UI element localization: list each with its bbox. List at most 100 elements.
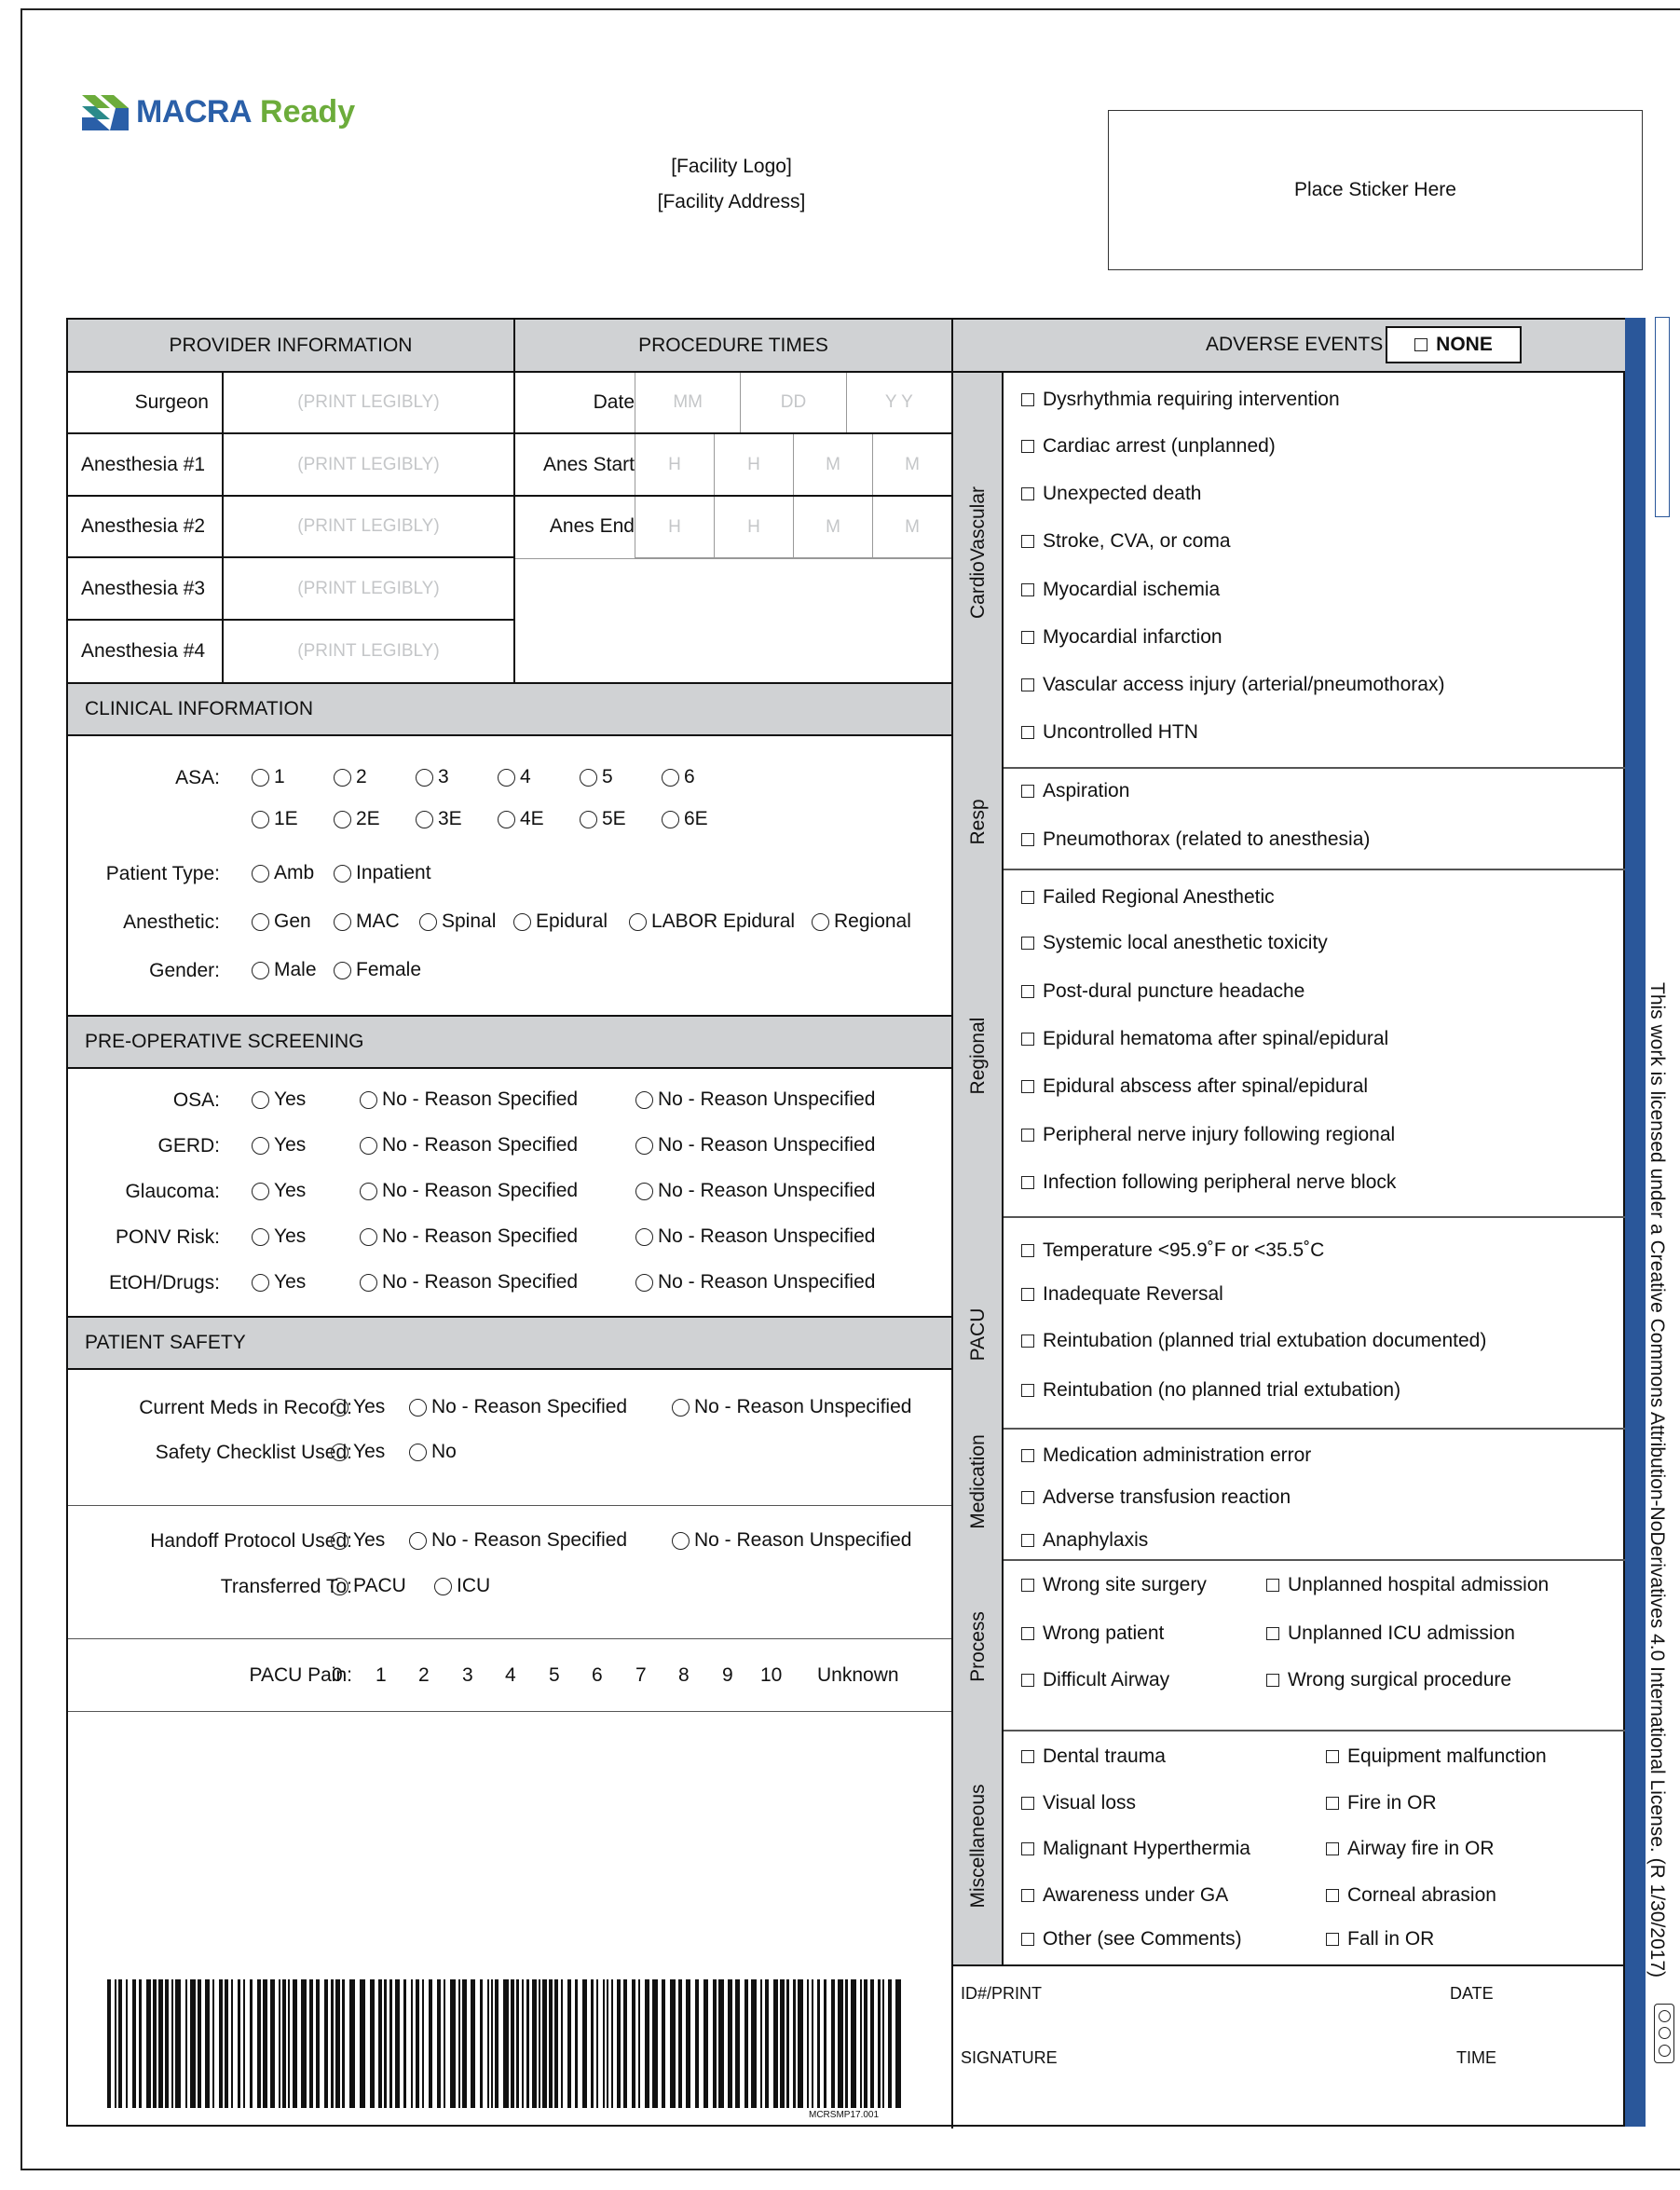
ae-wrong-patient[interactable]: Wrong patient <box>1021 1622 1164 1645</box>
ponv-yes-radio[interactable]: Yes <box>252 1225 306 1248</box>
start-m1-field[interactable]: M <box>794 434 873 495</box>
ae-dysrhythmia[interactable]: Dysrhythmia requiring intervention <box>1021 389 1340 411</box>
osa-no-specified-radio[interactable]: No - Reason Specified <box>360 1088 578 1111</box>
ponv-no-unspecified-radio[interactable]: No - Reason Unspecified <box>635 1225 875 1248</box>
anesthesia-1-field[interactable]: (PRINT LEGIBLY) <box>224 455 513 475</box>
ae-fall-in-or[interactable]: Fall in OR <box>1326 1928 1434 1950</box>
gerd-no-specified-radio[interactable]: No - Reason Specified <box>360 1134 578 1157</box>
handoff-no-specified-radio[interactable]: No - Reason Specified <box>409 1529 627 1552</box>
checklist-no-radio[interactable]: No <box>409 1441 457 1463</box>
time-signoff-label[interactable]: TIME <box>1456 2048 1496 2068</box>
asa-1e-radio[interactable]: 1E <box>252 808 298 830</box>
etoh-no-specified-radio[interactable]: No - Reason Specified <box>360 1271 578 1293</box>
ae-aspiration[interactable]: Aspiration <box>1021 780 1129 802</box>
ae-uncontrolled-htn[interactable]: Uncontrolled HTN <box>1021 721 1198 744</box>
pain-8[interactable]: 8 <box>678 1664 690 1687</box>
ae-difficult-airway[interactable]: Difficult Airway <box>1021 1669 1169 1691</box>
pain-3[interactable]: 3 <box>462 1664 473 1687</box>
anesthetic-epidural-radio[interactable]: Epidural <box>513 910 608 933</box>
gender-male-radio[interactable]: Male <box>252 959 317 981</box>
glaucoma-no-specified-radio[interactable]: No - Reason Specified <box>360 1180 578 1202</box>
handoff-yes-radio[interactable]: Yes <box>331 1529 385 1552</box>
ae-equipment-malfunction[interactable]: Equipment malfunction <box>1326 1745 1547 1768</box>
ae-visual-loss[interactable]: Visual loss <box>1021 1792 1136 1814</box>
start-h1-field[interactable]: H <box>635 434 715 495</box>
etoh-yes-radio[interactable]: Yes <box>252 1271 306 1293</box>
transfer-icu-radio[interactable]: ICU <box>434 1575 490 1597</box>
asa-6-radio[interactable]: 6 <box>662 766 695 788</box>
osa-yes-radio[interactable]: Yes <box>252 1088 306 1111</box>
meds-no-unspecified-radio[interactable]: No - Reason Unspecified <box>672 1396 911 1418</box>
anesthesia-3-field[interactable]: (PRINT LEGIBLY) <box>224 579 513 599</box>
date-signoff-label[interactable]: DATE <box>1450 1984 1494 2004</box>
osa-no-unspecified-radio[interactable]: No - Reason Unspecified <box>635 1088 875 1111</box>
asa-6e-radio[interactable]: 6E <box>662 808 708 830</box>
ae-reintubation-unplanned[interactable]: Reintubation (no planned trial extubatio… <box>1021 1379 1400 1402</box>
checklist-yes-radio[interactable]: Yes <box>331 1441 385 1463</box>
pain-5[interactable]: 5 <box>549 1664 560 1687</box>
pain-0[interactable]: 0 <box>332 1664 343 1687</box>
asa-5-radio[interactable]: 5 <box>580 766 613 788</box>
ae-post-dural-headache[interactable]: Post-dural puncture headache <box>1021 980 1304 1003</box>
anesthetic-gen-radio[interactable]: Gen <box>252 910 311 933</box>
end-h2-field[interactable]: H <box>715 497 794 557</box>
ae-unplanned-icu-admission[interactable]: Unplanned ICU admission <box>1266 1622 1515 1645</box>
surgeon-field[interactable]: (PRINT LEGIBLY) <box>224 392 513 413</box>
glaucoma-yes-radio[interactable]: Yes <box>252 1180 306 1202</box>
pain-9[interactable]: 9 <box>722 1664 733 1687</box>
anesthetic-spinal-radio[interactable]: Spinal <box>419 910 496 933</box>
ae-anaphylaxis[interactable]: Anaphylaxis <box>1021 1529 1148 1552</box>
end-m1-field[interactable]: M <box>794 497 873 557</box>
ae-local-anesthetic-toxicity[interactable]: Systemic local anesthetic toxicity <box>1021 932 1328 954</box>
asa-1-radio[interactable]: 1 <box>252 766 285 788</box>
pain-4[interactable]: 4 <box>505 1664 516 1687</box>
ae-unplanned-hospital-admission[interactable]: Unplanned hospital admission <box>1266 1574 1549 1596</box>
ae-peripheral-nerve-injury[interactable]: Peripheral nerve injury following region… <box>1021 1124 1395 1146</box>
ae-vascular-access-injury[interactable]: Vascular access injury (arterial/pneumot… <box>1021 674 1444 696</box>
asa-5e-radio[interactable]: 5E <box>580 808 626 830</box>
handoff-no-unspecified-radio[interactable]: No - Reason Unspecified <box>672 1529 911 1552</box>
ae-myocardial-ischemia[interactable]: Myocardial ischemia <box>1021 579 1220 601</box>
anesthetic-labor-epidural-radio[interactable]: LABOR Epidural <box>629 910 795 933</box>
pain-unknown[interactable]: Unknown <box>817 1664 899 1687</box>
ae-inadequate-reversal[interactable]: Inadequate Reversal <box>1021 1283 1223 1306</box>
anesthesia-4-field[interactable]: (PRINT LEGIBLY) <box>224 641 513 662</box>
ae-temperature[interactable]: Temperature <95.9˚F or <35.5˚C <box>1021 1239 1324 1262</box>
date-yy-field[interactable]: Y Y <box>847 373 951 432</box>
pain-1[interactable]: 1 <box>376 1664 387 1687</box>
ae-corneal-abrasion[interactable]: Corneal abrasion <box>1326 1884 1496 1907</box>
patient-type-inpatient-radio[interactable]: Inpatient <box>334 862 431 884</box>
anesthetic-mac-radio[interactable]: MAC <box>334 910 400 933</box>
gender-female-radio[interactable]: Female <box>334 959 421 981</box>
ae-fire-in-or[interactable]: Fire in OR <box>1326 1792 1437 1814</box>
asa-4e-radio[interactable]: 4E <box>498 808 544 830</box>
ae-wrong-site[interactable]: Wrong site surgery <box>1021 1574 1207 1596</box>
patient-type-amb-radio[interactable]: Amb <box>252 862 314 884</box>
asa-2e-radio[interactable]: 2E <box>334 808 380 830</box>
pain-6[interactable]: 6 <box>592 1664 603 1687</box>
ae-failed-regional[interactable]: Failed Regional Anesthetic <box>1021 886 1275 909</box>
ae-malignant-hyperthermia[interactable]: Malignant Hyperthermia <box>1021 1838 1250 1860</box>
ae-nerve-block-infection[interactable]: Infection following peripheral nerve blo… <box>1021 1171 1396 1194</box>
end-m2-field[interactable]: M <box>873 497 951 557</box>
asa-2-radio[interactable]: 2 <box>334 766 367 788</box>
ae-airway-fire[interactable]: Airway fire in OR <box>1326 1838 1495 1860</box>
asa-4-radio[interactable]: 4 <box>498 766 531 788</box>
start-h2-field[interactable]: H <box>715 434 794 495</box>
asa-3e-radio[interactable]: 3E <box>416 808 462 830</box>
ae-dental-trauma[interactable]: Dental trauma <box>1021 1745 1166 1768</box>
pain-2[interactable]: 2 <box>418 1664 430 1687</box>
signature-label[interactable]: SIGNATURE <box>961 2048 1058 2068</box>
date-mm-field[interactable]: MM <box>635 373 742 432</box>
glaucoma-no-unspecified-radio[interactable]: No - Reason Unspecified <box>635 1180 875 1202</box>
gerd-yes-radio[interactable]: Yes <box>252 1134 306 1157</box>
ae-unexpected-death[interactable]: Unexpected death <box>1021 483 1201 505</box>
end-h1-field[interactable]: H <box>635 497 715 557</box>
ae-epidural-abscess[interactable]: Epidural abscess after spinal/epidural <box>1021 1075 1368 1098</box>
asa-3-radio[interactable]: 3 <box>416 766 449 788</box>
pain-10[interactable]: 10 <box>760 1664 782 1687</box>
ae-cardiac-arrest[interactable]: Cardiac arrest (unplanned) <box>1021 435 1276 458</box>
ae-medication-error[interactable]: Medication administration error <box>1021 1444 1311 1467</box>
pain-7[interactable]: 7 <box>635 1664 647 1687</box>
date-dd-field[interactable]: DD <box>741 373 847 432</box>
